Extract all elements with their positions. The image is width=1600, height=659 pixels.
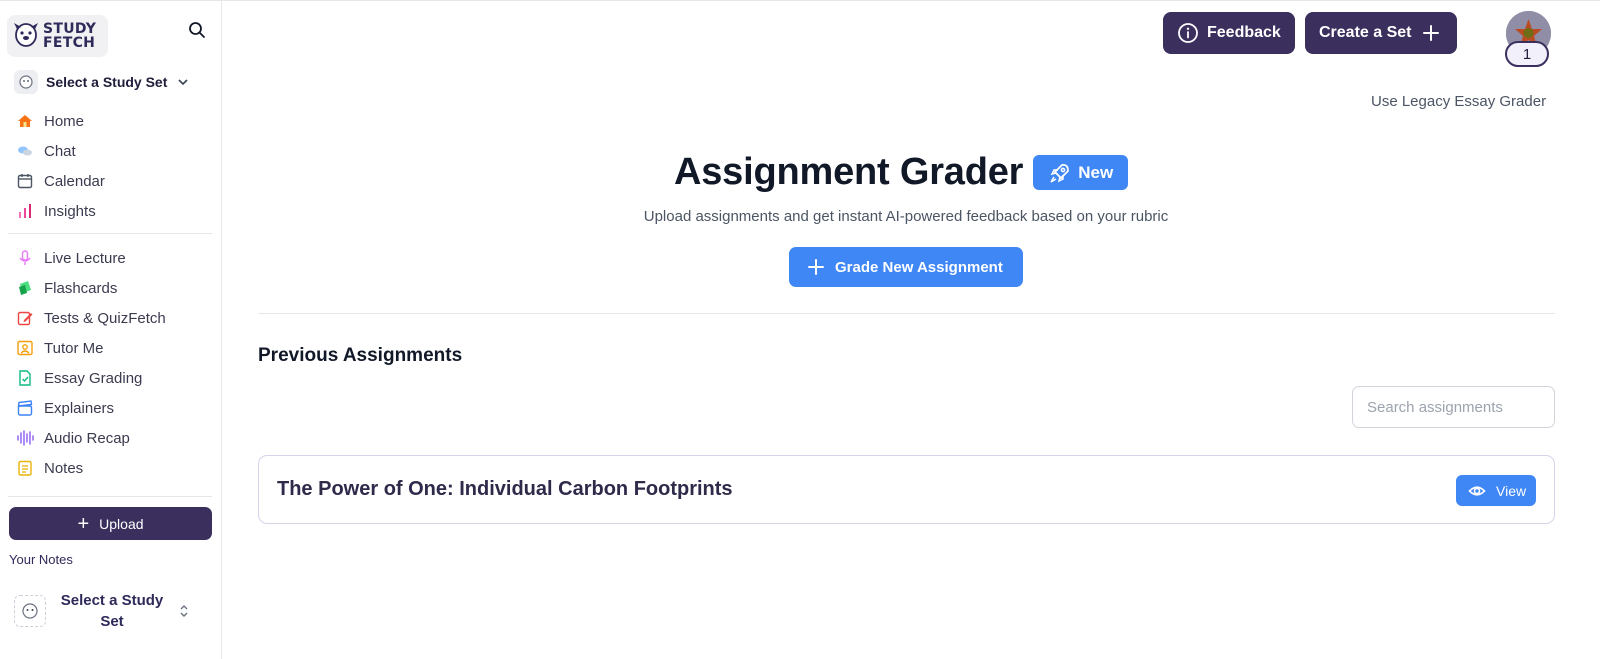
chat-icon [16,142,34,160]
notes-study-set-label: Select a Study Set [60,592,164,630]
sidebar-item-label: Tests & QuizFetch [44,309,166,327]
plus-icon [1422,25,1439,41]
create-set-button[interactable]: Create a Set [1305,12,1457,54]
calendar-icon [16,172,34,190]
eye-icon [1468,485,1486,496]
sidebar-item-label: Live Lecture [44,249,126,267]
sidebar-item-live-lecture[interactable]: Live Lecture [8,243,212,273]
sidebar-search-button[interactable] [186,19,208,41]
assignment-card: The Power of One: Individual Carbon Foot… [258,455,1555,524]
new-badge: New [1033,155,1129,190]
notes-set-avatar [14,595,46,627]
microphone-icon [16,249,34,267]
sidebar-item-label: Essay Grading [44,369,143,387]
home-icon [16,112,34,130]
upload-button[interactable]: + Upload [9,507,212,540]
logo-line-1: STUDY [43,21,97,37]
new-badge-label: New [1078,162,1114,182]
sidebar-item-tutor-me[interactable]: Tutor Me [8,333,212,363]
dog-icon [19,75,33,89]
dog-mascot-icon [14,23,38,47]
grade-new-assignment-label: Grade New Assignment [835,258,1003,276]
essay-icon [16,369,34,387]
feedback-button-label: Feedback [1207,24,1281,41]
sidebar-item-label: Home [44,112,85,130]
view-button-label: View [1496,482,1527,499]
assignment-title: The Power of One: Individual Carbon Foot… [277,478,733,500]
sidebar-item-label: Explainers [44,399,115,417]
plus-icon: + [77,512,90,535]
tutor-icon [16,339,34,357]
previous-assignments-heading: Previous Assignments [258,345,463,366]
search-assignments-input[interactable] [1352,386,1555,428]
info-icon [1178,23,1198,43]
sidebar-item-label: Flashcards [44,279,118,297]
sidebar-item-home[interactable]: Home [8,106,212,136]
sidebar-item-calendar[interactable]: Calendar [8,166,212,196]
upload-button-label: Upload [99,515,144,532]
page-subtitle: Upload assignments and get instant AI-po… [643,208,1169,225]
sidebar-item-chat[interactable]: Chat [8,136,212,166]
search-icon [189,22,205,38]
page-title-row: Assignment Grader New [674,151,1129,194]
feedback-button[interactable]: Feedback [1163,12,1295,54]
sidebar-item-audio-recap[interactable]: Audio Recap [8,423,212,453]
study-set-label: Select a Study Set [46,74,168,90]
sidebar-item-essay-grading[interactable]: Essay Grading [8,363,212,393]
create-set-button-label: Create a Set [1319,24,1412,41]
your-notes-heading: Your Notes [9,552,73,567]
sidebar-item-explainers[interactable]: Explainers [8,393,212,423]
flashcards-icon [16,279,34,297]
chevron-down-icon [178,79,188,86]
sidebar-nav-tools: Live Lecture Flashcards Tests & QuizFetc… [8,243,212,483]
sidebar-item-flashcards[interactable]: Flashcards [8,273,212,303]
sidebar-item-label: Notes [44,459,84,477]
sidebar-item-label: Tutor Me [44,339,104,357]
legacy-essay-grader-link[interactable]: Use Legacy Essay Grader [1371,93,1546,110]
notes-study-set-select[interactable]: Select a Study Set [14,587,204,635]
page-title: Assignment Grader [674,151,1024,193]
sidebar-item-label: Calendar [44,172,105,190]
logo-line-2: FETCH [43,35,96,51]
sidebar-item-label: Audio Recap [44,429,130,447]
view-assignment-button[interactable]: View [1456,475,1536,506]
grade-new-assignment-button[interactable]: Grade New Assignment [789,247,1023,287]
rocket-icon [1050,163,1070,183]
content-divider [258,313,1555,314]
waveform-icon [16,429,34,447]
sidebar: STUDY FETCH Select a Study Set Home Chat… [0,1,222,659]
study-set-avatar [14,70,38,94]
app-root: STUDY FETCH Select a Study Set Home Chat… [0,0,1600,659]
pencil-icon [16,309,34,327]
sidebar-item-tests-quizfetch[interactable]: Tests & QuizFetch [8,303,212,333]
dog-icon [22,603,38,619]
study-fetch-logo[interactable]: STUDY FETCH [7,15,108,57]
chevron-up-down-icon [180,605,188,617]
clapper-icon [16,399,34,417]
notification-count-badge: 1 [1505,41,1549,67]
sidebar-divider [8,233,212,234]
sidebar-item-notes[interactable]: Notes [8,453,212,483]
study-set-dropdown[interactable]: Select a Study Set [14,69,194,95]
notes-icon [16,459,34,477]
sidebar-divider [8,496,212,497]
plus-icon [808,259,824,275]
sidebar-item-label: Chat [44,142,76,160]
